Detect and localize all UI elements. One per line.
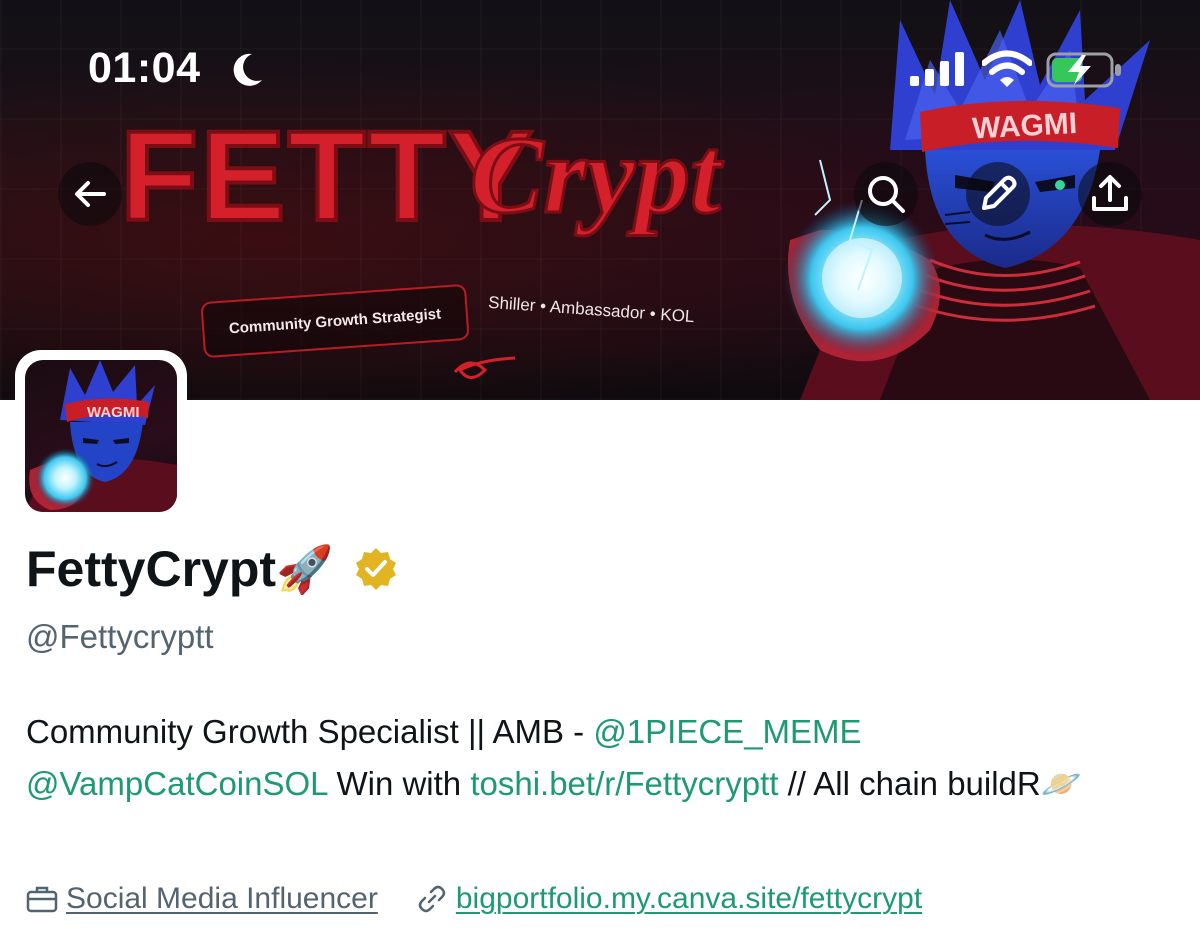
share-icon — [1092, 175, 1128, 211]
verified-badge-icon[interactable] — [353, 546, 399, 592]
svg-text:Crypt: Crypt — [470, 114, 724, 236]
svg-text:WAGMI: WAGMI — [971, 107, 1078, 145]
banner-brand-title: FETTY Crypt — [120, 103, 726, 242]
back-button[interactable] — [58, 162, 122, 226]
banner-headband-label: WAGMI — [971, 107, 1078, 145]
link-icon — [418, 885, 446, 913]
search-icon — [868, 176, 905, 213]
bio-text-part-1: Community Growth Specialist || AMB - — [26, 713, 594, 750]
svg-text:WAGMI: WAGMI — [87, 404, 140, 421]
profile-handle: @Fettycryptt — [26, 618, 214, 655]
edit-button[interactable] — [966, 162, 1030, 226]
profile-website-link[interactable]: bigportfolio.my.canva.site/fettycrypt — [456, 882, 922, 916]
bio-text-part-2: Win with — [327, 765, 471, 802]
pencil-icon — [982, 175, 1017, 210]
bio-referral-link[interactable]: toshi.bet/r/Fettycryptt — [470, 765, 778, 802]
share-button[interactable] — [1078, 162, 1142, 226]
category-item[interactable]: Social Media Influencer — [26, 882, 378, 916]
display-name: FettyCrypt 🚀 — [26, 540, 399, 598]
bio-text-part-3: // All chain buildR — [778, 765, 1041, 802]
arrow-left-icon — [75, 181, 106, 207]
status-time: 01:04 — [88, 44, 201, 92]
display-name-text: FettyCrypt — [26, 541, 277, 597]
bio-mention-1piece[interactable]: @1PIECE_MEME — [593, 713, 861, 750]
profile-bio: Community Growth Specialist || AMB - @1P… — [26, 706, 1176, 810]
battery-charging-icon — [1046, 52, 1121, 88]
profile-category[interactable]: Social Media Influencer — [66, 882, 378, 916]
planet-emoji: 🪐 — [1040, 765, 1082, 802]
website-item[interactable]: bigportfolio.my.canva.site/fettycrypt — [416, 882, 922, 916]
search-button[interactable] — [854, 162, 918, 226]
profile-banner[interactable]: FETTY Crypt WAGMI Community Growth Strat… — [0, 0, 1200, 400]
profile-avatar[interactable]: WAGMI — [15, 350, 187, 522]
bio-mention-vampcat[interactable]: @VampCatCoinSOL — [26, 765, 327, 802]
moon-icon — [233, 53, 262, 86]
briefcase-icon — [26, 886, 58, 913]
rocket-emoji: 🚀 — [276, 542, 334, 595]
banner-tag-pill-text: Community Growth Strategist — [228, 305, 442, 337]
avatar-image: WAGMI — [25, 360, 177, 512]
avatar-character-art: WAGMI — [25, 360, 177, 512]
cellular-signal-icon — [910, 52, 964, 86]
profile-meta-row: Social Media Influencer bigportfolio.my.… — [26, 882, 922, 916]
wifi-icon — [982, 50, 1032, 87]
